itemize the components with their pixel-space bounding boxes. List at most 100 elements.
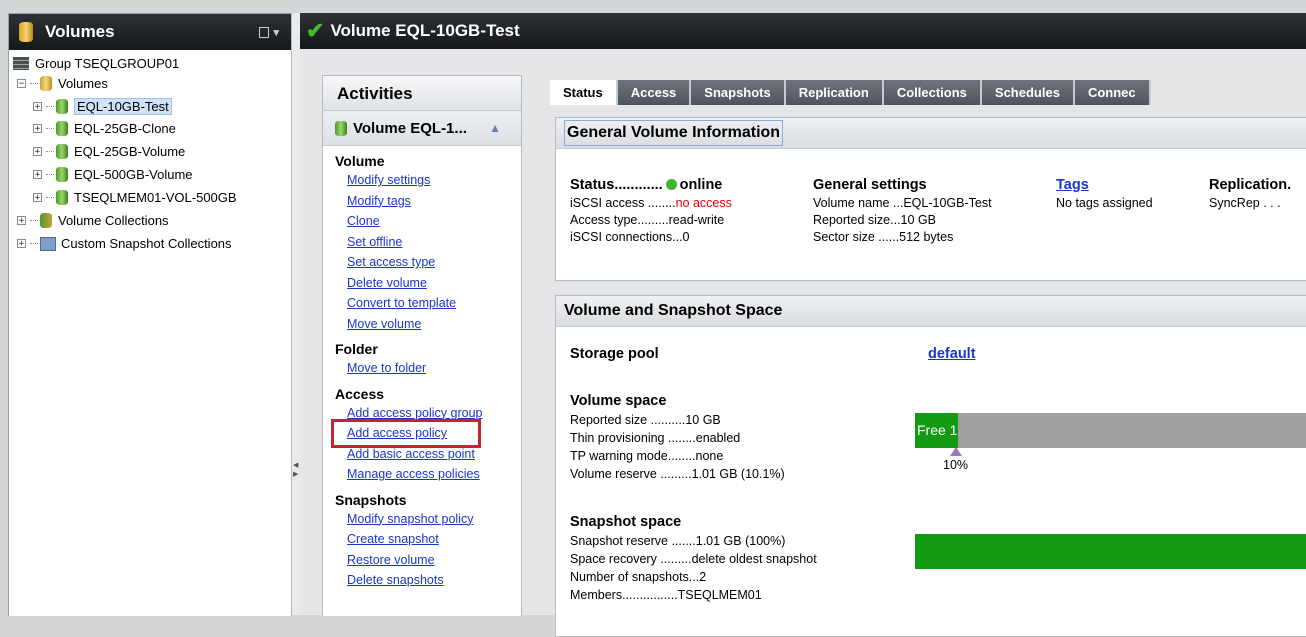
storage-pool-label: Storage pool bbox=[570, 346, 659, 362]
expand-icon[interactable]: + bbox=[33, 124, 42, 134]
collapse-icon[interactable]: − bbox=[17, 79, 26, 89]
modify-snapshot-policy-link[interactable]: Modify snapshot policy bbox=[335, 509, 521, 530]
tab-collections[interactable]: Collections bbox=[883, 80, 982, 105]
set-offline-link[interactable]: Set offline bbox=[335, 232, 521, 253]
storage-pool-link[interactable]: default bbox=[928, 346, 976, 362]
section-heading-access: Access bbox=[335, 385, 385, 402]
volume-space-bar: Free 1.01 bbox=[915, 413, 1306, 448]
tree-item-snapshot-collections[interactable]: + Custom Snapshot Collections bbox=[17, 236, 232, 251]
list-view-icon bbox=[259, 26, 270, 38]
volumes-panel-title: Volumes bbox=[45, 22, 115, 41]
tree-item-volume[interactable]: + EQL-500GB-Volume bbox=[33, 167, 193, 182]
activities-title: Activities bbox=[323, 76, 521, 111]
tree-item-volume[interactable]: + TSEQLMEM01-VOL-500GB bbox=[33, 190, 237, 205]
group-icon bbox=[13, 57, 29, 70]
snapshot-space-bar: F bbox=[915, 534, 1306, 569]
volume-space-line: Volume reserve .........1.01 GB (10.1%) bbox=[570, 467, 785, 481]
tab-snapshots[interactable]: Snapshots bbox=[691, 80, 786, 105]
tab-status[interactable]: Status bbox=[550, 80, 618, 105]
iscsi-access-value: no access bbox=[675, 196, 732, 210]
space-title: Volume and Snapshot Space bbox=[556, 296, 1306, 327]
add-access-policy-group-link[interactable]: Add access policy group bbox=[335, 403, 521, 424]
expand-icon[interactable]: + bbox=[33, 147, 42, 157]
snapshot-space-line: Number of snapshots...2 bbox=[570, 570, 707, 584]
delete-snapshots-link[interactable]: Delete snapshots bbox=[335, 570, 521, 591]
collapse-arrows-icon[interactable]: ◀ ▶ bbox=[293, 461, 298, 479]
general-info-title: General Volume Information bbox=[564, 120, 784, 146]
manage-access-policies-link[interactable]: Manage access policies bbox=[335, 464, 521, 485]
general-info-panel: General Volume Information Status.......… bbox=[555, 117, 1306, 281]
set-access-type-link[interactable]: Set access type bbox=[335, 252, 521, 273]
tree-item-volume[interactable]: + EQL-25GB-Clone bbox=[33, 121, 176, 136]
space-panel: Volume and Snapshot Space Storage pool d… bbox=[555, 295, 1306, 637]
expand-icon[interactable]: + bbox=[17, 216, 26, 226]
tab-connections[interactable]: Connec bbox=[1074, 80, 1151, 105]
modify-tags-link[interactable]: Modify tags bbox=[335, 191, 521, 212]
panel-menu-button[interactable]: ▾ bbox=[259, 26, 279, 39]
expand-icon[interactable]: + bbox=[33, 193, 42, 203]
add-basic-access-point-link[interactable]: Add basic access point bbox=[335, 444, 521, 465]
tags-link[interactable]: Tags bbox=[1056, 177, 1089, 193]
collapse-up-icon[interactable]: ▲ bbox=[489, 121, 501, 135]
snapshot-space-section: Snapshot space Snapshot reserve .......1… bbox=[570, 513, 817, 604]
tree-item-label: Custom Snapshot Collections bbox=[61, 236, 232, 251]
tree-item-volume-collections[interactable]: + Volume Collections bbox=[17, 213, 169, 228]
tab-replication[interactable]: Replication bbox=[785, 80, 884, 105]
expand-icon[interactable]: + bbox=[17, 239, 26, 249]
add-access-policy-link[interactable]: Add access policy bbox=[331, 419, 481, 448]
tree-item-label: TSEQLMEM01-VOL-500GB bbox=[74, 190, 237, 205]
volume-icon bbox=[19, 22, 33, 42]
sector-size: Sector size ......512 bytes bbox=[813, 230, 954, 244]
activities-panel: Activities Volume EQL-1... ▲ Volume Modi… bbox=[322, 75, 522, 616]
volume-icon bbox=[56, 121, 68, 136]
detail-tabs: Status Access Snapshots Replication Coll… bbox=[550, 80, 1151, 105]
iscsi-access-label: iSCSI access ........ bbox=[570, 196, 676, 210]
tree-item-label: EQL-500GB-Volume bbox=[74, 167, 193, 182]
create-snapshot-link[interactable]: Create snapshot bbox=[335, 529, 521, 550]
snapshot-space-line: Space recovery .........delete oldest sn… bbox=[570, 552, 817, 566]
snapshot-space-bar-fill: F bbox=[915, 534, 1306, 569]
tags-column: Tags No tags assigned bbox=[1056, 176, 1153, 212]
checkmark-icon: ✔ bbox=[306, 18, 325, 43]
restore-volume-link[interactable]: Restore volume bbox=[335, 550, 521, 571]
tree-item-group[interactable]: Group TSEQLGROUP01 bbox=[13, 56, 179, 71]
section-heading-snapshots: Snapshots bbox=[335, 491, 407, 508]
tab-access[interactable]: Access bbox=[617, 80, 692, 105]
replication-value: SyncRep . . . bbox=[1209, 196, 1281, 210]
tree-item-volume[interactable]: + EQL-25GB-Volume bbox=[33, 144, 185, 159]
snapshot-space-line: Snapshot reserve .......1.01 GB (100%) bbox=[570, 534, 786, 548]
volume-space-bar-fill: Free 1.01 bbox=[915, 413, 958, 448]
volume-selector[interactable]: Volume EQL-1... ▲ bbox=[323, 111, 521, 146]
volumes-panel-header: Volumes ▾ bbox=[9, 14, 291, 50]
volume-icon bbox=[40, 76, 52, 91]
status-value: online bbox=[679, 177, 723, 193]
expand-icon[interactable]: + bbox=[33, 102, 42, 112]
volumes-tree-panel: Volumes ▾ Group TSEQLGROUP01 − Volumes +… bbox=[8, 13, 292, 616]
tree-item-volume[interactable]: + EQL-10GB-Test bbox=[33, 98, 172, 115]
volume-space-line: TP warning mode........none bbox=[570, 449, 724, 463]
activities-list: Volume Modify settings Modify tags Clone… bbox=[323, 152, 521, 591]
tree-item-label: EQL-10GB-Test bbox=[74, 98, 172, 115]
replication-column: Replication. SyncRep . . . bbox=[1209, 176, 1291, 212]
snapshot-space-heading: Snapshot space bbox=[570, 514, 682, 530]
general-settings-column: General settings Volume name ...EQL-10GB… bbox=[813, 176, 992, 246]
tree-item-volumes[interactable]: − Volumes bbox=[17, 76, 108, 91]
clone-link[interactable]: Clone bbox=[335, 211, 521, 232]
volume-space-heading: Volume space bbox=[570, 393, 667, 409]
volume-icon bbox=[56, 167, 68, 182]
volume-icon bbox=[56, 144, 68, 159]
convert-to-template-link[interactable]: Convert to template bbox=[335, 293, 521, 314]
delete-volume-link[interactable]: Delete volume bbox=[335, 273, 521, 294]
volume-icon bbox=[56, 190, 68, 205]
general-settings-heading: General settings bbox=[813, 177, 927, 193]
tree-item-label: Volume Collections bbox=[58, 213, 169, 228]
volume-space-line: Reported size ..........10 GB bbox=[570, 413, 721, 427]
expand-icon[interactable]: + bbox=[33, 170, 42, 180]
tree-item-label: EQL-25GB-Clone bbox=[74, 121, 176, 136]
modify-settings-link[interactable]: Modify settings bbox=[335, 170, 521, 191]
tree-item-label: EQL-25GB-Volume bbox=[74, 144, 186, 159]
move-to-folder-link[interactable]: Move to folder bbox=[335, 358, 521, 379]
access-type: Access type.........read-write bbox=[570, 213, 725, 227]
tab-schedules[interactable]: Schedules bbox=[981, 80, 1075, 105]
move-volume-link[interactable]: Move volume bbox=[335, 314, 521, 335]
